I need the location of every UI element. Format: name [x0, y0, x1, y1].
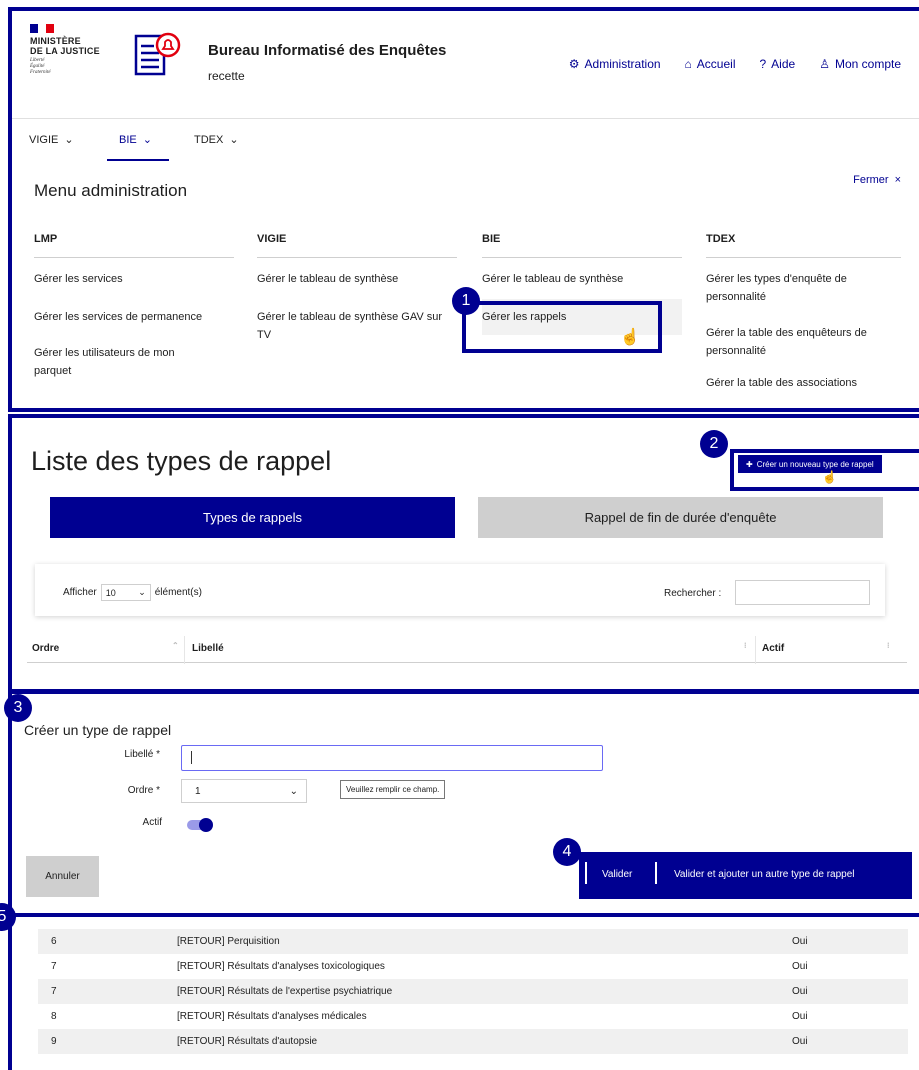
- site-header: MINISTÈRE DE LA JUSTICE Liberté Égalité …: [12, 11, 919, 119]
- table-controls: Afficher 10 ⌄ élément(s) Rechercher :: [35, 564, 885, 616]
- nav-vigie[interactable]: VIGIE ⌄: [29, 133, 74, 147]
- nav-bie[interactable]: BIE ⌄: [119, 133, 152, 147]
- column-ordre[interactable]: Ordre: [32, 643, 59, 654]
- menu-column-vigie: VIGIE Gérer le tableau de synthèse Gérer…: [257, 233, 457, 344]
- ordre-select[interactable]: 1 ⌄: [181, 779, 307, 803]
- close-menu-button[interactable]: Fermer ×: [853, 174, 901, 186]
- ordre-label: Ordre *: [127, 785, 160, 796]
- search-label: Rechercher :: [664, 588, 722, 599]
- panel-divider: [8, 690, 919, 694]
- link-bie-summary[interactable]: Gérer le tableau de synthèse: [482, 270, 682, 288]
- table-row[interactable]: 7 [RETOUR] Résultats d'analyses toxicolo…: [38, 954, 908, 979]
- tab-end-of-investigation[interactable]: Rappel de fin de durée d'enquête: [478, 497, 883, 538]
- help-link[interactable]: ? Aide: [759, 57, 795, 71]
- gear-icon: ⚙: [568, 57, 580, 71]
- sort-icon: ⌃: [172, 641, 179, 650]
- step-badge: 5: [0, 903, 16, 931]
- header-links: ⚙ Administration ⌂ Accueil ? Aide ♙ Mon comp…: [569, 57, 901, 71]
- republic-motto: Liberté Égalité Fraternité: [30, 58, 51, 75]
- link-personality-investigators[interactable]: Gérer la table des enquêteurs de personn…: [706, 324, 901, 360]
- user-icon: ♙: [819, 57, 830, 71]
- environment-label: recette: [208, 69, 245, 83]
- close-icon: ×: [894, 174, 901, 186]
- hand-cursor-icon: ☝: [822, 470, 837, 484]
- chevron-down-icon: ⌄: [138, 587, 146, 597]
- validate-and-add-button[interactable]: Valider et ajouter un autre type de rapp…: [674, 869, 855, 880]
- active-tab-indicator: [107, 159, 169, 161]
- help-icon: ?: [759, 57, 767, 71]
- home-icon: ⌂: [684, 57, 692, 71]
- table-row[interactable]: 8 [RETOUR] Résultats d'analyses médicale…: [38, 1004, 908, 1029]
- validation-tooltip: Veuillez remplir ce champ.: [340, 780, 446, 799]
- cancel-button[interactable]: Annuler: [26, 856, 99, 897]
- tab-reminder-types[interactable]: Types de rappels: [50, 497, 455, 538]
- link-vigie-summary[interactable]: Gérer le tableau de synthèse: [257, 270, 457, 288]
- libelle-input[interactable]: [181, 745, 603, 771]
- step-badge: 2: [700, 430, 728, 458]
- form-title: Créer un type de rappel: [24, 722, 172, 738]
- sort-icon: ⁝: [744, 641, 747, 650]
- admin-menu-panel: MINISTÈRE DE LA JUSTICE Liberté Égalité …: [8, 7, 919, 412]
- chevron-down-icon: ⌄: [142, 134, 152, 146]
- page-size-control: Afficher 10 ⌄ élément(s): [63, 584, 202, 601]
- panel-divider: [8, 913, 919, 917]
- document-bell-icon: [134, 32, 181, 76]
- menu-column-tdex: TDEX Gérer les types d'enquête de person…: [706, 233, 901, 392]
- menu-column-lmp: LMP Gérer les services Gérer les service…: [34, 233, 234, 380]
- table-row[interactable]: 7 [RETOUR] Résultats de l'expertise psyc…: [38, 979, 908, 1004]
- account-link[interactable]: ♙ Mon compte: [819, 57, 901, 71]
- link-vigie-summary-tv[interactable]: Gérer le tableau de synthèse GAV sur TV: [257, 308, 457, 344]
- home-link[interactable]: ⌂ Accueil: [685, 57, 736, 71]
- step-badge: 1: [452, 287, 480, 315]
- app-title: Bureau Informatisé des Enquêtes: [208, 42, 447, 59]
- flag-icon: [30, 24, 54, 33]
- actif-label: Actif: [142, 817, 162, 828]
- hand-cursor-icon: ☝: [620, 329, 640, 346]
- step-badge: 4: [553, 838, 581, 866]
- nav-tdex[interactable]: TDEX ⌄: [194, 133, 239, 147]
- column-libelle[interactable]: Libellé: [192, 643, 224, 654]
- table-header: Ordre ⌃ Libellé ⁝ Actif ⁝: [27, 633, 907, 664]
- actif-toggle-knob[interactable]: [199, 818, 213, 832]
- sort-icon: ⁝: [887, 641, 890, 650]
- submit-button-group: Valider Valider et ajouter un autre type…: [579, 852, 912, 899]
- page-size-select[interactable]: 10 ⌄: [100, 584, 151, 601]
- reminder-list-panel: Liste des types de rappel ✚ Créer un nouv…: [8, 414, 919, 693]
- table-row[interactable]: 9 [RETOUR] Résultats d'autopsie Oui: [38, 1029, 908, 1054]
- column-actif[interactable]: Actif: [762, 643, 784, 654]
- page-title: Liste des types de rappel: [31, 446, 332, 476]
- chevron-down-icon: ⌄: [289, 785, 298, 797]
- link-associations-table[interactable]: Gérer la table des associations: [706, 374, 901, 392]
- admin-menu-title: Menu administration: [34, 181, 188, 200]
- link-manage-users[interactable]: Gérer les utilisateurs de mon parquet: [34, 344, 214, 380]
- link-personality-survey-types[interactable]: Gérer les types d'enquête de personnalit…: [706, 270, 901, 306]
- chevron-down-icon: ⌄: [229, 134, 239, 146]
- administration-link[interactable]: ⚙ Administration: [569, 57, 661, 71]
- main-nav: VIGIE ⌄ BIE ⌄ TDEX ⌄: [12, 119, 919, 161]
- libelle-label: Libellé *: [124, 749, 160, 760]
- chevron-down-icon: ⌄: [64, 134, 74, 146]
- link-manage-oncall-services[interactable]: Gérer les services de permanence: [34, 308, 234, 326]
- text-cursor: [191, 751, 192, 764]
- ministry-logo[interactable]: MINISTÈRE DE LA JUSTICE Liberté Égalité …: [30, 24, 100, 76]
- link-manage-services[interactable]: Gérer les services: [34, 270, 234, 288]
- table-row[interactable]: 6 [RETOUR] Perquisition Oui: [38, 929, 908, 954]
- search-input[interactable]: [735, 580, 870, 605]
- ministry-name: MINISTÈRE DE LA JUSTICE: [30, 36, 100, 56]
- validate-button[interactable]: Valider: [602, 869, 632, 880]
